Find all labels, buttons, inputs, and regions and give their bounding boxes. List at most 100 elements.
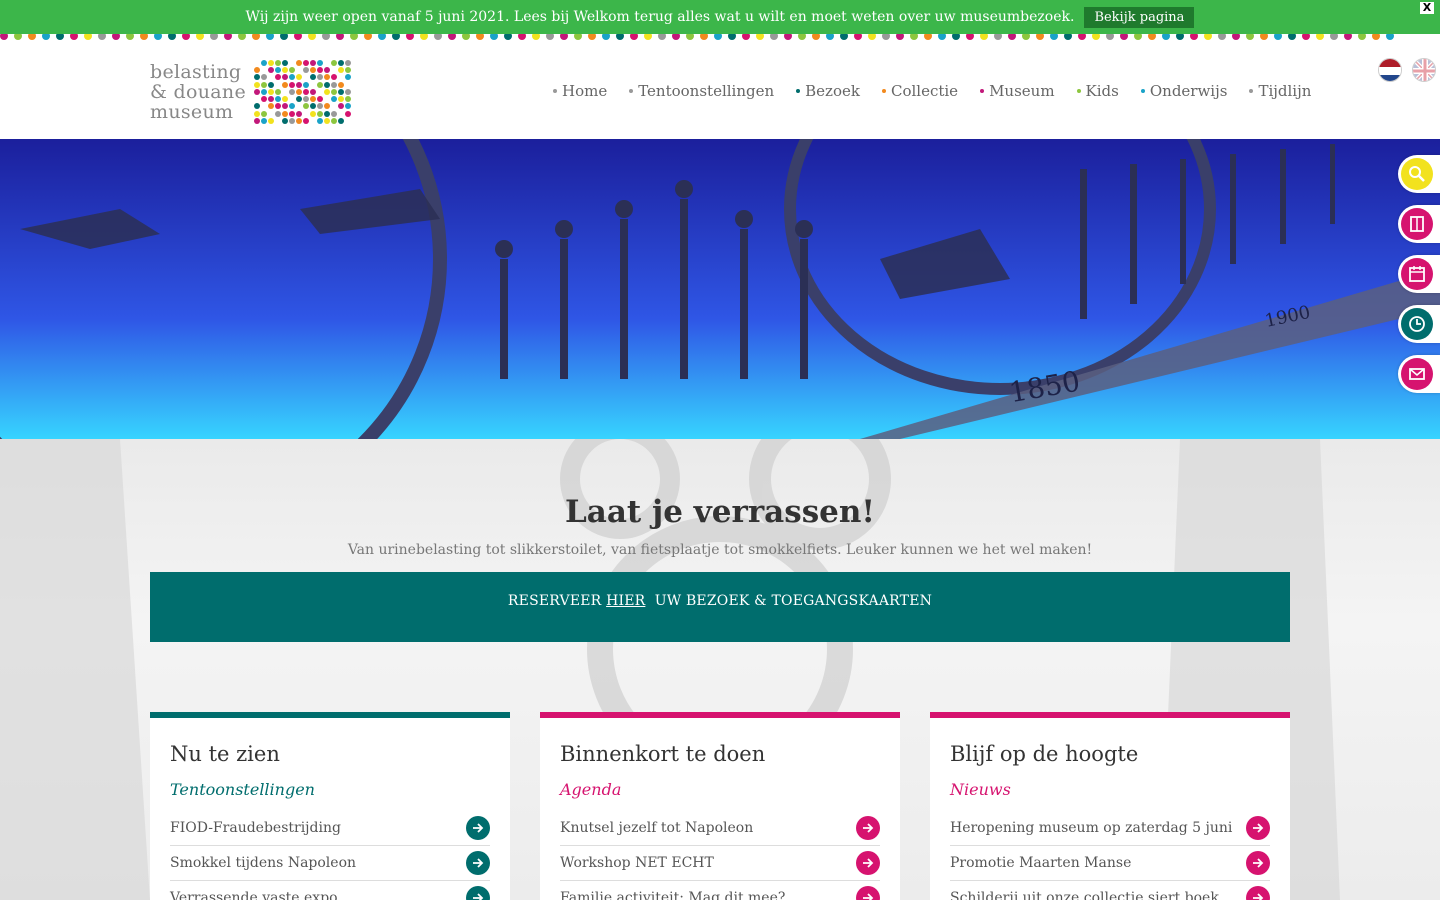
arrow-right-icon[interactable]	[856, 816, 880, 840]
logo-dot	[345, 103, 351, 110]
logo-dot	[345, 82, 351, 88]
nav-label: Home	[562, 82, 608, 100]
list-item-label: Familie activiteit: Mag dit mee?	[560, 890, 786, 900]
list-item[interactable]: FIOD-Fraudebestrijding	[170, 811, 490, 846]
nav-label: Onderwijs	[1149, 82, 1228, 100]
logo-dot	[296, 60, 302, 66]
logo-dot	[275, 67, 281, 74]
nav-item-bezoek[interactable]: Bezoek	[796, 82, 860, 100]
logo-dot	[310, 96, 316, 103]
card-subtitle-link[interactable]: Agenda	[560, 780, 880, 799]
logo-dot	[303, 74, 309, 80]
list-item-label: Verrassende vaste expo	[170, 890, 338, 900]
nav-item-home[interactable]: Home	[553, 82, 607, 100]
uk-flag-icon[interactable]	[1412, 58, 1436, 82]
logo-dot	[254, 110, 260, 117]
logo-dot	[303, 96, 309, 103]
nav-label: Bezoek	[805, 82, 860, 100]
nav-item-tentoonstellingen[interactable]: Tentoonstellingen	[629, 82, 774, 100]
newsletter-button[interactable]	[1398, 355, 1440, 393]
logo-dot	[261, 67, 267, 73]
logo-dot	[345, 110, 351, 117]
logo-line-3: museum	[150, 101, 234, 123]
arrow-right-icon[interactable]	[1246, 851, 1270, 875]
nav-item-museum[interactable]: Museum	[980, 82, 1055, 100]
nav-item-onderwijs[interactable]: Onderwijs	[1140, 82, 1228, 100]
logo-dot	[303, 117, 309, 124]
arrow-right-icon[interactable]	[466, 886, 490, 900]
logo-dot	[282, 60, 288, 66]
logo-dot	[289, 88, 295, 95]
logo-dot	[331, 88, 337, 95]
arrow-right-icon[interactable]	[1246, 816, 1270, 840]
logo-dot	[338, 111, 344, 117]
list-item-label: Smokkel tijdens Napoleon	[170, 855, 357, 871]
logo-dot	[282, 110, 288, 117]
list-item[interactable]: Workshop NET ECHT	[560, 846, 880, 881]
list-item[interactable]: Heropening museum op zaterdag 5 juni	[950, 811, 1270, 846]
list-item[interactable]: Knutsel jezelf tot Napoleon	[560, 811, 880, 846]
nav-label: Tentoonstellingen	[638, 82, 775, 100]
card-title: Binnenkort te doen	[560, 742, 766, 766]
logo-dot	[324, 88, 330, 95]
page-subtitle: Van urinebelasting tot slikkerstoilet, v…	[347, 542, 1093, 558]
list-item-label: Promotie Maarten Manse	[950, 855, 1132, 871]
logo-dot	[331, 60, 337, 66]
logo-dot	[289, 96, 295, 102]
nav-item-kids[interactable]: Kids	[1076, 82, 1119, 100]
arrow-right-icon[interactable]	[466, 816, 490, 840]
logo-dot	[338, 67, 344, 74]
arrow-right-icon[interactable]	[466, 851, 490, 875]
list-item[interactable]: Verrassende vaste expo	[170, 881, 490, 900]
opening-hours-button[interactable]	[1398, 305, 1440, 343]
logo-dot	[331, 103, 337, 109]
museum-logo[interactable]: belasting & douane museum	[150, 60, 351, 124]
search-icon	[1401, 158, 1433, 190]
card-subtitle-link[interactable]: Nieuws	[950, 780, 1270, 799]
nav-item-collectie[interactable]: Collectie	[881, 82, 959, 100]
search-button[interactable]	[1398, 155, 1440, 193]
view-page-button[interactable]: Bekijk pagina	[1084, 6, 1195, 28]
arrow-right-icon[interactable]	[1246, 886, 1270, 900]
calendar-button[interactable]	[1398, 255, 1440, 293]
logo-dot	[289, 74, 295, 81]
logo-dot	[268, 81, 274, 88]
logo-dot	[282, 89, 288, 95]
dutch-flag-icon[interactable]	[1378, 58, 1402, 82]
nav-dot-icon	[881, 89, 886, 93]
logo-dot	[296, 96, 302, 103]
logo-dot	[331, 74, 337, 81]
logo-dot	[282, 96, 288, 103]
logo-dot	[338, 96, 344, 103]
logo-dot	[303, 81, 309, 88]
logo-dot	[289, 60, 295, 66]
list-item[interactable]: Promotie Maarten Manse	[950, 846, 1270, 881]
brochure-button[interactable]	[1398, 205, 1440, 243]
logo-dot	[289, 81, 295, 88]
close-announcement-button[interactable]: X	[1420, 2, 1434, 14]
reserve-link[interactable]: HIER	[606, 593, 645, 609]
arrow-right-icon[interactable]	[856, 851, 880, 875]
nav-item-tijdlijn[interactable]: Tijdlijn	[1249, 82, 1311, 100]
logo-dot	[268, 88, 274, 95]
nav-label: Collectie	[890, 82, 959, 100]
logo-dot	[338, 103, 344, 110]
logo-dot	[331, 81, 337, 88]
logo-dot	[275, 74, 281, 81]
reserve-prefix: RESERVEER	[507, 593, 602, 609]
logo-dot	[296, 74, 302, 81]
list-item[interactable]: Schilderij uit onze collectie siert boek	[950, 881, 1270, 900]
logo-dot	[282, 117, 288, 124]
logo-dot	[275, 103, 281, 110]
logo-dot	[331, 117, 337, 124]
card-subtitle-link[interactable]: Tentoonstellingen	[170, 780, 490, 799]
logo-dot	[289, 117, 295, 124]
list-item[interactable]: Familie activiteit: Mag dit mee?	[560, 881, 880, 900]
logo-dot	[275, 118, 281, 124]
logo-text: belasting & douane museum	[150, 62, 246, 122]
arrow-right-icon[interactable]	[856, 886, 880, 900]
logo-dot	[324, 67, 330, 74]
list-item[interactable]: Smokkel tijdens Napoleon	[170, 846, 490, 881]
logo-dot	[317, 81, 323, 88]
logo-dot	[289, 110, 295, 117]
